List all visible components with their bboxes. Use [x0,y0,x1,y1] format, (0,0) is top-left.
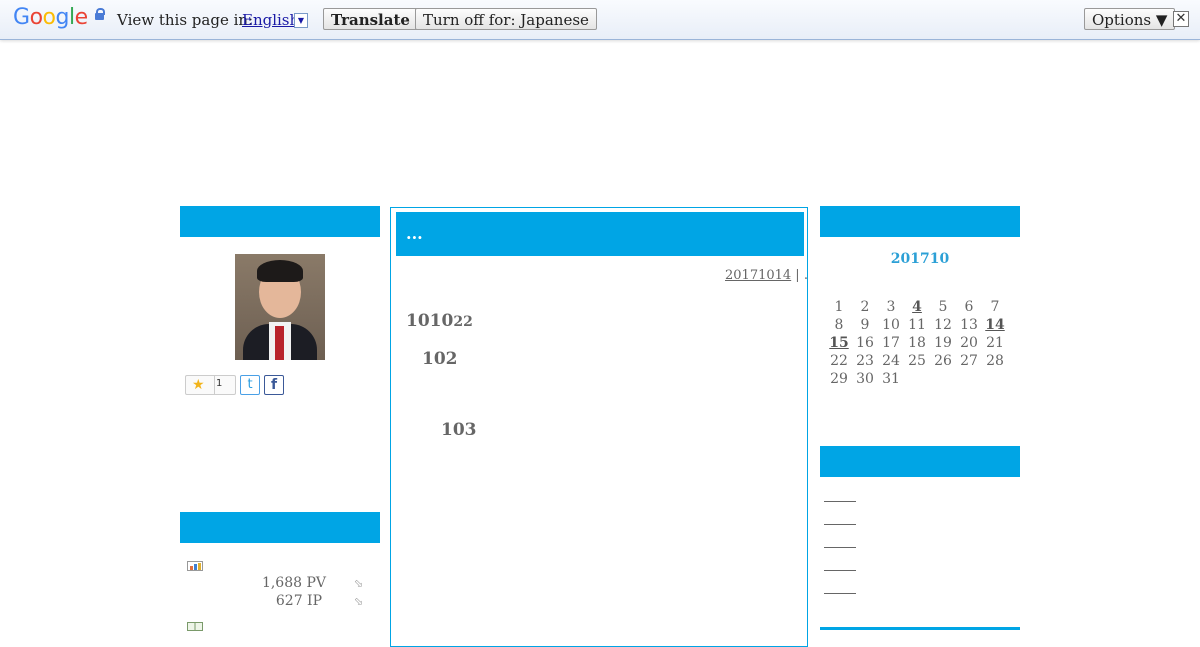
calendar-day: 19 [934,335,952,351]
arrow-icon: ⬂ [354,595,364,608]
calendar-day: 5 [938,299,948,315]
star-count: 1 [216,378,223,389]
options-button[interactable]: Options ▼ [1084,8,1176,30]
sidebar-link[interactable] [824,569,856,571]
translate-button[interactable]: Translate [323,8,418,30]
calendar-day: 28 [986,353,1004,369]
sidebar-link[interactable] [824,500,856,502]
calendar-day: 12 [934,317,952,333]
calendar-day[interactable]: 14 [982,316,1008,334]
calendar-day: 21 [986,335,1004,351]
calendar-day: 11 [908,317,926,333]
article-line-1-small: 22 [453,314,473,330]
lock-icon [95,8,105,20]
calendar-day: 13 [960,317,978,333]
translate-bar: Google View this page in: English ▼ Tran… [0,0,1200,40]
arrow-icon: ⬂ [354,577,364,590]
facebook-share-button[interactable]: f [264,375,284,395]
calendar-day: 20 [960,335,978,351]
links-header-bar [820,446,1020,477]
calendar-empty [982,370,1008,388]
calendar-day: 23 [856,353,874,369]
calendar-day: 7 [990,299,1000,315]
twitter-share-button[interactable]: t [240,375,260,395]
star-icon: ★ [192,377,205,393]
chart-icon [187,561,203,571]
calendar-day: 17 [882,335,900,351]
calendar-day: 22 [830,353,848,369]
calendar-empty [930,370,956,388]
article-line-1-main: 1010 [406,311,454,331]
calendar-day: 8 [834,317,844,333]
calendar-day[interactable]: 15 [826,334,852,352]
calendar-day: 1 [834,299,844,315]
article-line-1: 101022 [406,311,473,331]
calendar-grid: 1 2 3 4 5 6 7 8 9 10 11 12 13 14 15 16 17 18 19 20 21 22 23 24 2… [826,298,1008,388]
language-dropdown-icon[interactable]: ▼ [294,13,308,28]
calendar-day: 30 [856,371,874,387]
pageview-count: 1,688 PV [261,575,326,591]
sidebar-link[interactable] [824,546,856,548]
date-suffix: | . [791,268,808,283]
google-logo: Google [13,5,88,30]
calendar-empty [956,370,982,388]
calendar-day: 24 [882,353,900,369]
calendar-header-bar [820,206,1020,237]
calendar-day: 31 [882,371,900,387]
article-line-2: 102 [422,349,458,369]
calendar-day: 25 [908,353,926,369]
access-header-bar [180,512,380,543]
ip-count: 627 IP [275,593,322,609]
calendar-title: 201710 [890,251,950,267]
article-line-3: 103 [441,420,477,440]
close-icon[interactable]: ✕ [1173,11,1189,27]
article-title-bar: ... [396,212,804,256]
calendar-day: 9 [860,317,870,333]
profile-header-bar [180,206,380,237]
calendar-day: 27 [960,353,978,369]
article-title[interactable]: ... [406,224,423,243]
sidebar-link[interactable] [824,523,856,525]
calendar-day: 16 [856,335,874,351]
star-button[interactable]: ★ 1 [185,375,236,395]
view-page-label: View this page in: [117,11,254,29]
profile-photo [235,254,325,360]
calendar-empty [904,370,930,388]
calendar-day: 26 [934,353,952,369]
language-link[interactable]: English [242,11,299,29]
turn-off-button[interactable]: Turn off for: Japanese [415,8,597,30]
calendar-day: 2 [860,299,870,315]
article-date: 20171014 | . [725,268,808,283]
calendar-day[interactable]: 4 [904,298,930,316]
sidebar-link[interactable] [824,592,856,594]
calendar-day: 3 [886,299,896,315]
calendar-day: 6 [964,299,974,315]
date-link[interactable]: 20171014 [725,268,791,283]
calendar-day: 18 [908,335,926,351]
calendar-day: 29 [830,371,848,387]
calendar-day: 10 [882,317,900,333]
